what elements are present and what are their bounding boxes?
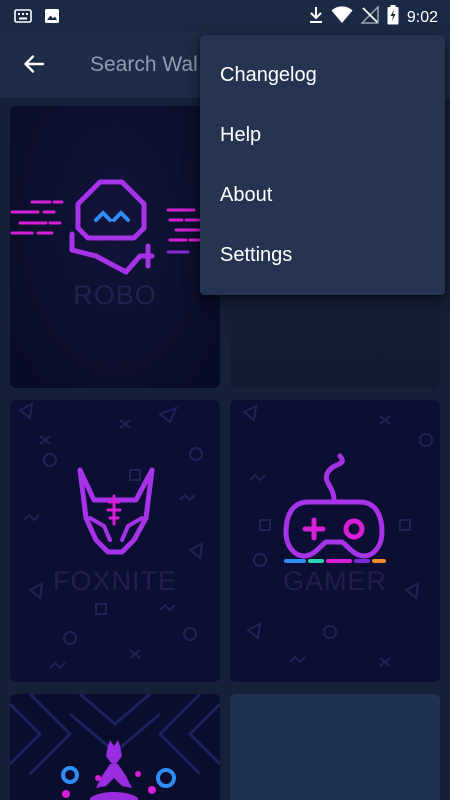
wallpaper-title: GAMER [282, 566, 387, 596]
search-input[interactable]: Search Wal [90, 53, 198, 77]
foxnite-artwork [18, 402, 204, 670]
menu-item-about[interactable]: About [200, 165, 445, 225]
wallpaper-card[interactable] [10, 694, 220, 800]
wallpaper-card-placeholder[interactable] [230, 694, 440, 800]
wallpaper-card-gamer[interactable]: GAMER [230, 400, 440, 682]
wifi-icon [331, 6, 353, 29]
wallpaper-title: ROBO [73, 280, 157, 310]
no-signal-icon [360, 5, 379, 29]
status-time: 9:02 [406, 8, 438, 26]
download-icon [309, 6, 323, 29]
wallpaper-card-robo[interactable]: ROBO [10, 106, 220, 388]
image-icon [44, 8, 60, 29]
status-right-icons: 9:02 [309, 5, 438, 30]
robo-artwork [10, 179, 208, 275]
meditation-artwork [10, 694, 220, 800]
gamer-artwork [242, 404, 433, 667]
battery-charging-icon [387, 5, 399, 30]
menu-item-changelog[interactable]: Changelog [200, 45, 445, 105]
status-bar: 9:02 [0, 0, 450, 32]
wallpaper-card-foxnite[interactable]: FOXNITE [10, 400, 220, 682]
back-button[interactable] [18, 50, 50, 82]
menu-item-help[interactable]: Help [200, 105, 445, 165]
keyboard-icon [14, 9, 32, 28]
wallpaper-title: FOXNITE [52, 566, 177, 596]
arrow-left-icon [22, 52, 46, 81]
status-left-icons [14, 8, 60, 29]
overflow-menu: Changelog Help About Settings [200, 35, 445, 295]
menu-item-settings[interactable]: Settings [200, 225, 445, 285]
